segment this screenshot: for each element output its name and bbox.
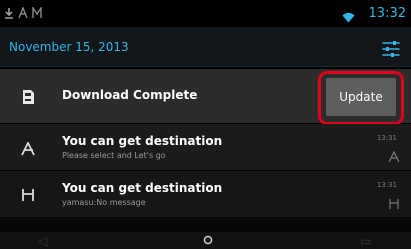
notification-title: You can get destination: [62, 181, 223, 195]
download-icon: [4, 7, 14, 22]
settings-button[interactable]: [378, 36, 404, 62]
date-label: November 15, 2013: [9, 40, 129, 54]
settings-sliders-icon: [382, 41, 400, 57]
back-icon[interactable]: ◁: [38, 235, 47, 247]
navigation-bar: ◁ ▭: [0, 232, 411, 249]
m-icon: [17, 184, 39, 206]
notification-destination-1-row[interactable]: You can get destination Please select an…: [0, 124, 411, 170]
recents-icon[interactable]: ▭: [360, 235, 371, 247]
route-small-icon: [388, 148, 400, 163]
notification-title: You can get destination: [62, 134, 223, 148]
notification-subtitle: Please select and Let's go: [62, 151, 166, 160]
wifi-icon: [342, 8, 355, 27]
panel-bottom-spacer: [0, 217, 411, 232]
update-button-highlight: [318, 71, 404, 125]
status-bar: 13:32: [0, 0, 411, 27]
m-small-icon: [388, 195, 400, 209]
notification-time: 13:31: [376, 181, 397, 189]
notification-title: Download Complete: [62, 88, 198, 102]
notification-destination-2-row[interactable]: You can get destination yamasu:No messag…: [0, 171, 411, 217]
route-icon: [17, 138, 39, 160]
home-icon[interactable]: [203, 235, 213, 247]
notification-time: 13:31: [376, 134, 397, 142]
route-icon: [18, 6, 28, 22]
notification-header: November 15, 2013: [0, 27, 411, 67]
notification-subtitle: yamasu:No message: [62, 198, 146, 207]
m-icon: [32, 5, 42, 22]
sd-card-icon: [17, 86, 39, 108]
status-clock: 13:32: [368, 6, 406, 21]
